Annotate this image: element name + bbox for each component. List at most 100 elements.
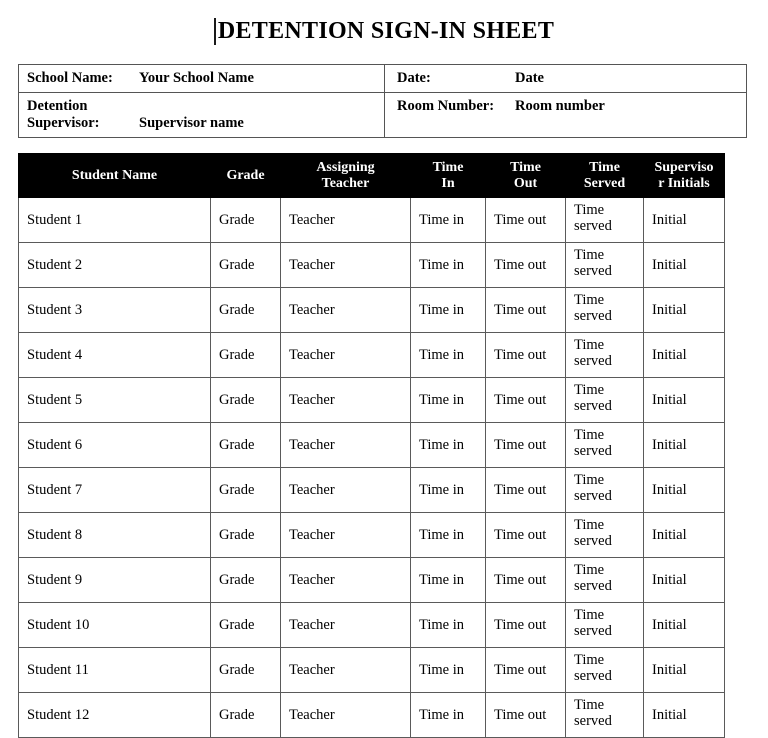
column-header-grade[interactable]: Grade (210, 153, 281, 198)
cell-time-out[interactable]: Time out (485, 242, 566, 288)
cell-grade[interactable]: Grade (210, 512, 281, 558)
cell-teacher[interactable]: Teacher (280, 647, 411, 693)
cell-grade[interactable]: Grade (210, 242, 281, 288)
cell-time-served[interactable]: Time served (565, 602, 644, 648)
cell-time-in[interactable]: Time in (410, 242, 486, 288)
column-header-assigning-teacher[interactable]: Assigning Teacher (280, 153, 411, 198)
cell-initials[interactable]: Initial (643, 602, 725, 648)
cell-teacher[interactable]: Teacher (280, 692, 411, 738)
room-number-value[interactable]: Room number (515, 98, 605, 115)
cell-time-in[interactable]: Time in (410, 197, 486, 243)
school-name-value[interactable]: Your School Name (139, 70, 254, 87)
cell-time-served[interactable]: Time served (565, 692, 644, 738)
cell-student-name[interactable]: Student 6 (18, 422, 211, 468)
supervisor-value[interactable]: Supervisor name (139, 98, 244, 132)
cell-time-out[interactable]: Time out (485, 692, 566, 738)
cell-grade[interactable]: Grade (210, 422, 281, 468)
cell-time-out[interactable]: Time out (485, 467, 566, 513)
cell-student-name[interactable]: Student 2 (18, 242, 211, 288)
cell-time-served[interactable]: Time served (565, 377, 644, 423)
cell-grade[interactable]: Grade (210, 647, 281, 693)
cell-grade[interactable]: Grade (210, 467, 281, 513)
table-header-row: Student Name Grade Assigning Teacher Tim… (18, 153, 725, 198)
cell-teacher[interactable]: Teacher (280, 242, 411, 288)
supervisor-cell[interactable]: Detention Supervisor: Supervisor name (18, 92, 385, 138)
cell-initials[interactable]: Initial (643, 332, 725, 378)
cell-grade[interactable]: Grade (210, 332, 281, 378)
cell-time-out[interactable]: Time out (485, 422, 566, 468)
cell-time-in[interactable]: Time in (410, 692, 486, 738)
cell-student-name[interactable]: Student 10 (18, 602, 211, 648)
cell-time-served[interactable]: Time served (565, 197, 644, 243)
cell-time-served[interactable]: Time served (565, 647, 644, 693)
cell-student-name[interactable]: Student 1 (18, 197, 211, 243)
cell-student-name[interactable]: Student 11 (18, 647, 211, 693)
cell-initials[interactable]: Initial (643, 422, 725, 468)
cell-teacher[interactable]: Teacher (280, 512, 411, 558)
cell-initials[interactable]: Initial (643, 692, 725, 738)
cell-student-name[interactable]: Student 4 (18, 332, 211, 378)
cell-teacher[interactable]: Teacher (280, 287, 411, 333)
cell-time-in[interactable]: Time in (410, 557, 486, 603)
column-header-time-in[interactable]: Time In (410, 153, 486, 198)
cell-initials[interactable]: Initial (643, 467, 725, 513)
cell-time-in[interactable]: Time in (410, 377, 486, 423)
cell-time-out[interactable]: Time out (485, 647, 566, 693)
cell-grade[interactable]: Grade (210, 377, 281, 423)
cell-student-name[interactable]: Student 5 (18, 377, 211, 423)
column-header-supervisor-initials[interactable]: Superviso r Initials (643, 153, 725, 198)
cell-time-served[interactable]: Time served (565, 287, 644, 333)
cell-time-out[interactable]: Time out (485, 332, 566, 378)
column-header-time-served[interactable]: Time Served (565, 153, 644, 198)
cell-time-out[interactable]: Time out (485, 512, 566, 558)
cell-teacher[interactable]: Teacher (280, 332, 411, 378)
cell-time-out[interactable]: Time out (485, 287, 566, 333)
cell-teacher[interactable]: Teacher (280, 557, 411, 603)
cell-initials[interactable]: Initial (643, 557, 725, 603)
cell-student-name[interactable]: Student 7 (18, 467, 211, 513)
cell-time-served[interactable]: Time served (565, 422, 644, 468)
cell-grade[interactable]: Grade (210, 692, 281, 738)
cell-student-name[interactable]: Student 3 (18, 287, 211, 333)
cell-time-served[interactable]: Time served (565, 512, 644, 558)
cell-initials[interactable]: Initial (643, 287, 725, 333)
cell-initials[interactable]: Initial (643, 197, 725, 243)
cell-grade[interactable]: Grade (210, 197, 281, 243)
cell-initials[interactable]: Initial (643, 377, 725, 423)
cell-time-served[interactable]: Time served (565, 242, 644, 288)
cell-time-in[interactable]: Time in (410, 332, 486, 378)
column-header-time-out[interactable]: Time Out (485, 153, 566, 198)
cell-teacher[interactable]: Teacher (280, 602, 411, 648)
cell-time-out[interactable]: Time out (485, 377, 566, 423)
cell-student-name[interactable]: Student 8 (18, 512, 211, 558)
cell-time-in[interactable]: Time in (410, 287, 486, 333)
cell-time-out[interactable]: Time out (485, 602, 566, 648)
cell-time-served[interactable]: Time served (565, 332, 644, 378)
cell-time-in[interactable]: Time in (410, 602, 486, 648)
cell-time-in[interactable]: Time in (410, 512, 486, 558)
cell-initials[interactable]: Initial (643, 512, 725, 558)
cell-time-served[interactable]: Time served (565, 557, 644, 603)
column-header-student-name[interactable]: Student Name (18, 153, 211, 198)
cell-grade[interactable]: Grade (210, 557, 281, 603)
cell-student-name[interactable]: Student 12 (18, 692, 211, 738)
cell-time-in[interactable]: Time in (410, 422, 486, 468)
cell-time-out[interactable]: Time out (485, 197, 566, 243)
cell-initials[interactable]: Initial (643, 647, 725, 693)
cell-time-out[interactable]: Time out (485, 557, 566, 603)
cell-teacher[interactable]: Teacher (280, 422, 411, 468)
cell-time-in[interactable]: Time in (410, 467, 486, 513)
cell-time-in[interactable]: Time in (410, 647, 486, 693)
cell-teacher[interactable]: Teacher (280, 467, 411, 513)
room-number-cell[interactable]: Room Number: Room number (384, 92, 747, 138)
cell-initials[interactable]: Initial (643, 242, 725, 288)
school-name-cell[interactable]: School Name: Your School Name (18, 64, 385, 93)
cell-grade[interactable]: Grade (210, 602, 281, 648)
cell-grade[interactable]: Grade (210, 287, 281, 333)
cell-teacher[interactable]: Teacher (280, 197, 411, 243)
date-value[interactable]: Date (515, 70, 544, 87)
date-cell[interactable]: Date: Date (384, 64, 747, 93)
cell-time-served[interactable]: Time served (565, 467, 644, 513)
cell-teacher[interactable]: Teacher (280, 377, 411, 423)
cell-student-name[interactable]: Student 9 (18, 557, 211, 603)
